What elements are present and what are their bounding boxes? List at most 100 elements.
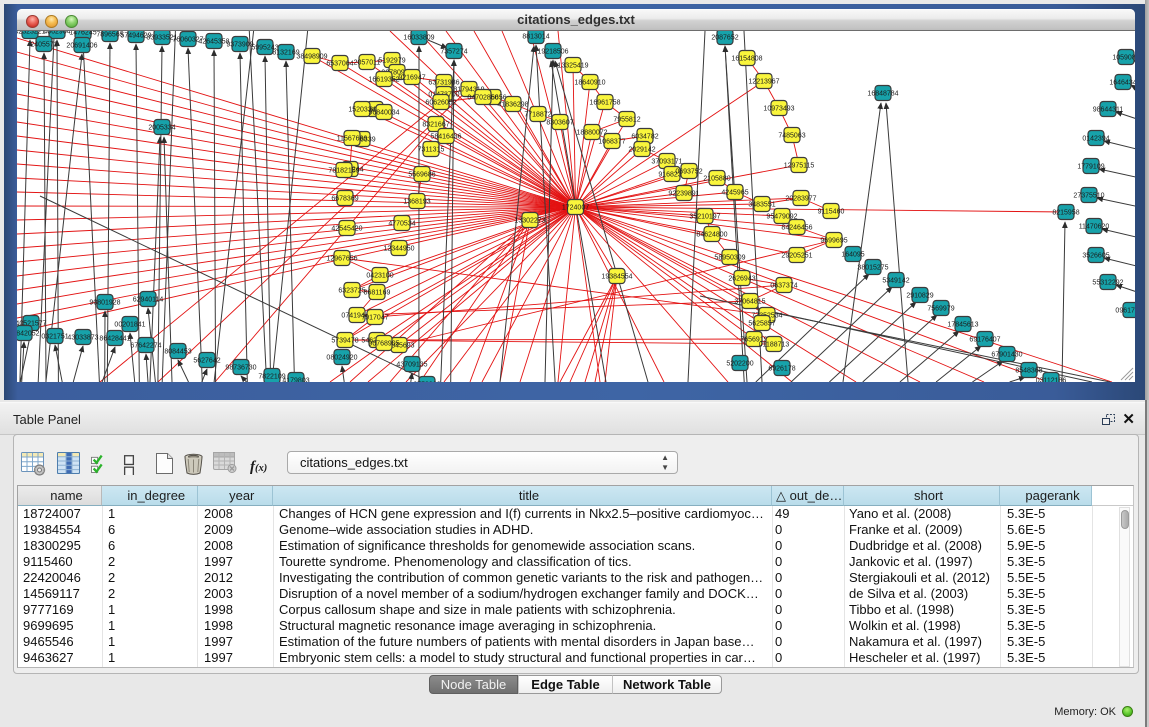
svg-text:58950309: 58950309 bbox=[714, 254, 745, 261]
svg-text:03112186: 03112186 bbox=[1036, 377, 1067, 382]
svg-text:42645358: 42645358 bbox=[198, 38, 229, 45]
svg-text:2105880: 2105880 bbox=[703, 175, 730, 182]
svg-text:42323221: 42323221 bbox=[17, 31, 46, 35]
svg-text:11567666: 11567666 bbox=[337, 135, 368, 142]
svg-text:9115460: 9115460 bbox=[818, 208, 845, 215]
svg-text:20691406: 20691406 bbox=[66, 42, 97, 49]
svg-text:1368193: 1368193 bbox=[403, 198, 430, 205]
svg-text:37064815: 37064815 bbox=[734, 298, 765, 305]
svg-text:6926178: 6926178 bbox=[768, 365, 795, 372]
svg-text:60626052: 60626052 bbox=[425, 99, 456, 106]
svg-text:12967656: 12967656 bbox=[326, 255, 357, 262]
svg-text:13302273: 13302273 bbox=[514, 217, 545, 224]
svg-text:67642274: 67642274 bbox=[130, 342, 161, 349]
svg-text:10973493: 10973493 bbox=[763, 105, 794, 112]
svg-text:8084453: 8084453 bbox=[164, 348, 191, 355]
svg-text:18640910: 18640910 bbox=[574, 79, 605, 86]
svg-text:20283977: 20283977 bbox=[785, 195, 816, 202]
svg-text:6323725: 6323725 bbox=[338, 287, 365, 294]
svg-text:9753908: 9753908 bbox=[413, 381, 440, 382]
svg-text:9373909: 9373909 bbox=[226, 41, 253, 48]
svg-text:12975115: 12975115 bbox=[784, 162, 815, 169]
svg-text:4062904: 4062904 bbox=[43, 31, 70, 35]
svg-text:84624800: 84624800 bbox=[696, 231, 727, 238]
svg-text:7485063: 7485063 bbox=[778, 132, 805, 139]
svg-text:2626943: 2626943 bbox=[728, 275, 755, 282]
svg-text:4770534: 4770534 bbox=[388, 220, 415, 227]
svg-text:3526605: 3526605 bbox=[1082, 252, 1109, 259]
svg-text:8548368: 8548368 bbox=[1015, 367, 1042, 374]
svg-text:18880072: 18880072 bbox=[576, 129, 607, 136]
svg-text:62940114: 62940114 bbox=[133, 296, 164, 303]
svg-text:04702850: 04702850 bbox=[467, 94, 498, 101]
svg-text:8321667: 8321667 bbox=[422, 121, 449, 128]
svg-text:19218506: 19218506 bbox=[537, 48, 568, 55]
svg-text:1646434: 1646434 bbox=[1109, 79, 1135, 86]
svg-text:42545420: 42545420 bbox=[331, 225, 362, 232]
svg-text:13325419: 13325419 bbox=[557, 62, 588, 69]
svg-text:3483551: 3483551 bbox=[748, 201, 775, 208]
svg-text:96840034: 96840034 bbox=[368, 109, 399, 116]
svg-text:8681169: 8681169 bbox=[364, 289, 391, 296]
svg-text:41836298: 41836298 bbox=[497, 101, 528, 108]
svg-text:38015275: 38015275 bbox=[857, 264, 888, 271]
svg-text:9216947: 9216947 bbox=[398, 74, 425, 81]
svg-text:12213967: 12213967 bbox=[748, 78, 779, 85]
svg-text:5627642: 5627642 bbox=[193, 357, 220, 364]
svg-text:7311315: 7311315 bbox=[418, 146, 445, 153]
svg-text:2087652: 2087652 bbox=[711, 34, 738, 41]
svg-text:05842052: 05842052 bbox=[17, 330, 40, 337]
svg-text:90801928: 90801928 bbox=[89, 299, 120, 306]
svg-text:2057011: 2057011 bbox=[354, 59, 381, 66]
svg-text:00201841: 00201841 bbox=[114, 321, 145, 328]
svg-text:8215958: 8215958 bbox=[1052, 209, 1079, 216]
svg-text:17845613: 17845613 bbox=[947, 321, 978, 328]
svg-text:63731986: 63731986 bbox=[428, 79, 459, 86]
svg-text:2029142: 2029142 bbox=[628, 146, 655, 153]
svg-text:164095: 164095 bbox=[841, 251, 864, 258]
svg-text:0321751: 0321751 bbox=[41, 333, 68, 340]
svg-text:78182159: 78182159 bbox=[328, 167, 359, 174]
svg-text:1724007: 1724007 bbox=[562, 204, 589, 211]
svg-text:84246456: 84246456 bbox=[781, 224, 812, 231]
svg-text:7917047: 7917047 bbox=[361, 314, 388, 321]
svg-text:38498909: 38498909 bbox=[296, 53, 327, 60]
svg-text:69176407: 69176407 bbox=[969, 336, 1000, 343]
svg-text:98644311: 98644311 bbox=[1093, 106, 1124, 113]
svg-text:5569686: 5569686 bbox=[408, 171, 435, 178]
svg-text:0637374: 0637374 bbox=[770, 282, 797, 289]
svg-text:2405571: 2405571 bbox=[30, 41, 57, 48]
svg-text:6034782: 6034782 bbox=[631, 133, 658, 140]
svg-text:5349142: 5349142 bbox=[882, 277, 909, 284]
svg-text:7357274: 7357274 bbox=[440, 48, 467, 55]
svg-text:12344950: 12344950 bbox=[383, 245, 414, 252]
svg-text:1068377: 1068377 bbox=[598, 138, 625, 145]
svg-text:5739478: 5739478 bbox=[331, 337, 358, 344]
svg-text:90768905: 90768905 bbox=[368, 340, 399, 347]
svg-text:58416436: 58416436 bbox=[430, 133, 461, 140]
svg-text:4245965: 4245965 bbox=[721, 189, 748, 196]
svg-text:67901430: 67901430 bbox=[991, 351, 1022, 358]
svg-text:0693752: 0693752 bbox=[675, 168, 702, 175]
svg-text:27375510: 27375510 bbox=[1073, 192, 1104, 199]
svg-text:1779109: 1779109 bbox=[1077, 163, 1104, 170]
svg-text:19384554: 19384554 bbox=[601, 273, 632, 280]
svg-text:86428441: 86428441 bbox=[99, 335, 130, 342]
svg-text:43033873: 43033873 bbox=[67, 334, 98, 341]
svg-text:8303607: 8303607 bbox=[546, 119, 573, 126]
svg-text:4179803: 4179803 bbox=[282, 377, 309, 382]
svg-text:16848784: 16848784 bbox=[867, 90, 898, 97]
svg-text:2005334: 2005334 bbox=[148, 124, 175, 131]
svg-text:01188713: 01188713 bbox=[759, 341, 790, 348]
svg-text:5202200: 5202200 bbox=[726, 360, 753, 367]
svg-text:11470620: 11470620 bbox=[1079, 223, 1110, 230]
svg-text:7718872: 7718872 bbox=[524, 111, 551, 118]
svg-text:16961758: 16961758 bbox=[589, 99, 620, 106]
svg-text:2910829: 2910829 bbox=[906, 292, 933, 299]
svg-text:0423100: 0423100 bbox=[366, 272, 393, 279]
svg-text:1059088: 1059088 bbox=[1112, 54, 1135, 61]
svg-text:92239891: 92239891 bbox=[668, 190, 699, 197]
svg-text:6537064: 6537064 bbox=[326, 60, 353, 67]
svg-text:6678369: 6678369 bbox=[331, 195, 358, 202]
svg-text:16154808: 16154808 bbox=[731, 55, 762, 62]
